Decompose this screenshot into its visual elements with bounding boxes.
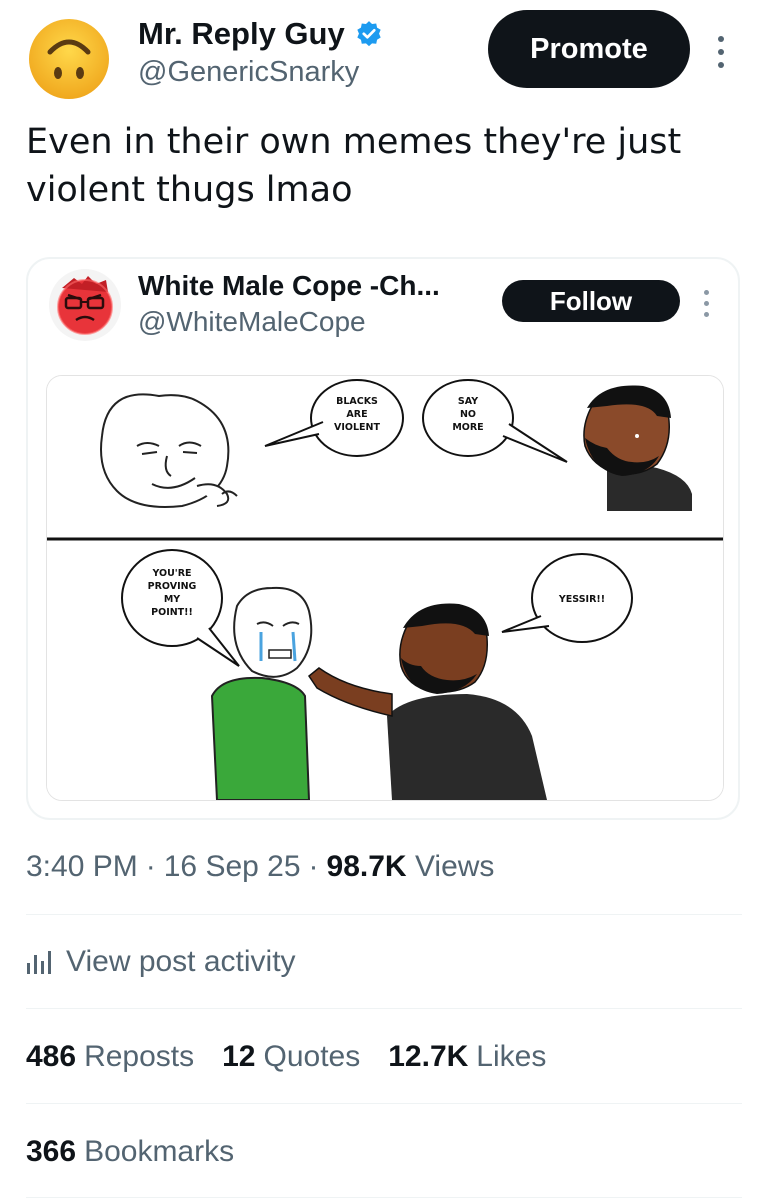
bubble-2-line-3: MORE [452, 422, 483, 433]
bookmarks-stat[interactable]: 366 Bookmarks [26, 1135, 234, 1169]
bubble-4-line-1: YESSIR!! [558, 594, 605, 605]
wojak-meme-illustration: BLACKS ARE VIOLENT SAY NO MORE YOU'RE PR… [47, 376, 723, 800]
quoted-author-handle[interactable]: @WhiteMaleCope [138, 306, 366, 338]
likes-label: Likes [476, 1040, 547, 1073]
divider [26, 1197, 742, 1198]
analytics-bars-icon [27, 951, 51, 974]
bubble-2-line-1: SAY [458, 396, 478, 407]
quoted-more-options-icon[interactable] [704, 290, 709, 317]
likes-count: 12.7K [388, 1040, 469, 1073]
tweet-time[interactable]: 3:40 PM [26, 850, 138, 884]
bubble-3-line-1: YOU'RE [151, 568, 191, 579]
verified-badge-icon [357, 21, 381, 47]
quotes-stat[interactable]: 12 Quotes [222, 1040, 360, 1074]
divider [26, 1103, 742, 1104]
engagement-stats: 486 Reposts 12 Quotes 12.7K Likes [26, 1040, 546, 1074]
tweet-meta: 3:40 PM · 16 Sep 25 · 98.7K Views [26, 850, 494, 884]
reposts-count: 486 [26, 1040, 77, 1073]
divider [26, 1008, 742, 1009]
views-count: 98.7K [326, 850, 407, 883]
tweet-text: Even in their own memes they're just vio… [26, 122, 682, 210]
bubble-3-line-2: PROVING [148, 581, 197, 592]
bubble-1-line-3: VIOLENT [334, 422, 380, 433]
bubble-1-line-2: ARE [346, 409, 367, 420]
promote-button[interactable]: Promote [488, 10, 690, 88]
author-handle[interactable]: @GenericSnarky [138, 56, 359, 89]
quoted-author-avatar[interactable] [48, 268, 122, 342]
likes-stat[interactable]: 12.7K Likes [388, 1040, 546, 1074]
more-options-icon[interactable] [718, 36, 724, 68]
reposts-stat[interactable]: 486 Reposts [26, 1040, 194, 1074]
bubble-2-line-2: NO [460, 409, 476, 420]
author-name[interactable]: Mr. Reply Guy [138, 16, 345, 52]
quotes-label: Quotes [263, 1040, 361, 1073]
bookmarks-count: 366 [26, 1135, 77, 1168]
upside-down-face-icon [29, 19, 109, 99]
meta-separator: · [145, 850, 156, 883]
bookmarks-label: Bookmarks [84, 1135, 235, 1168]
quoted-author-name[interactable]: White Male Cope -Ch... [138, 270, 440, 302]
quotes-count: 12 [222, 1040, 256, 1073]
view-post-activity-label: View post activity [66, 945, 296, 978]
tweet-date[interactable]: 16 Sep 25 [164, 850, 301, 884]
quoted-meme-image[interactable]: BLACKS ARE VIOLENT SAY NO MORE YOU'RE PR… [46, 375, 724, 801]
view-post-activity-link[interactable]: View post activity [26, 945, 296, 979]
author-name-row: Mr. Reply Guy [138, 16, 383, 52]
bubble-3-line-3: MY [164, 594, 180, 605]
angry-wojak-avatar-icon [49, 269, 121, 341]
bubble-3-line-4: POINT!! [151, 607, 193, 618]
bubble-1-line-1: BLACKS [336, 396, 378, 407]
views-label: Views [414, 850, 495, 883]
author-avatar[interactable] [28, 18, 110, 100]
divider [26, 914, 742, 915]
follow-button[interactable]: Follow [502, 280, 680, 322]
meta-separator: · [308, 850, 319, 883]
reposts-label: Reposts [84, 1040, 195, 1073]
